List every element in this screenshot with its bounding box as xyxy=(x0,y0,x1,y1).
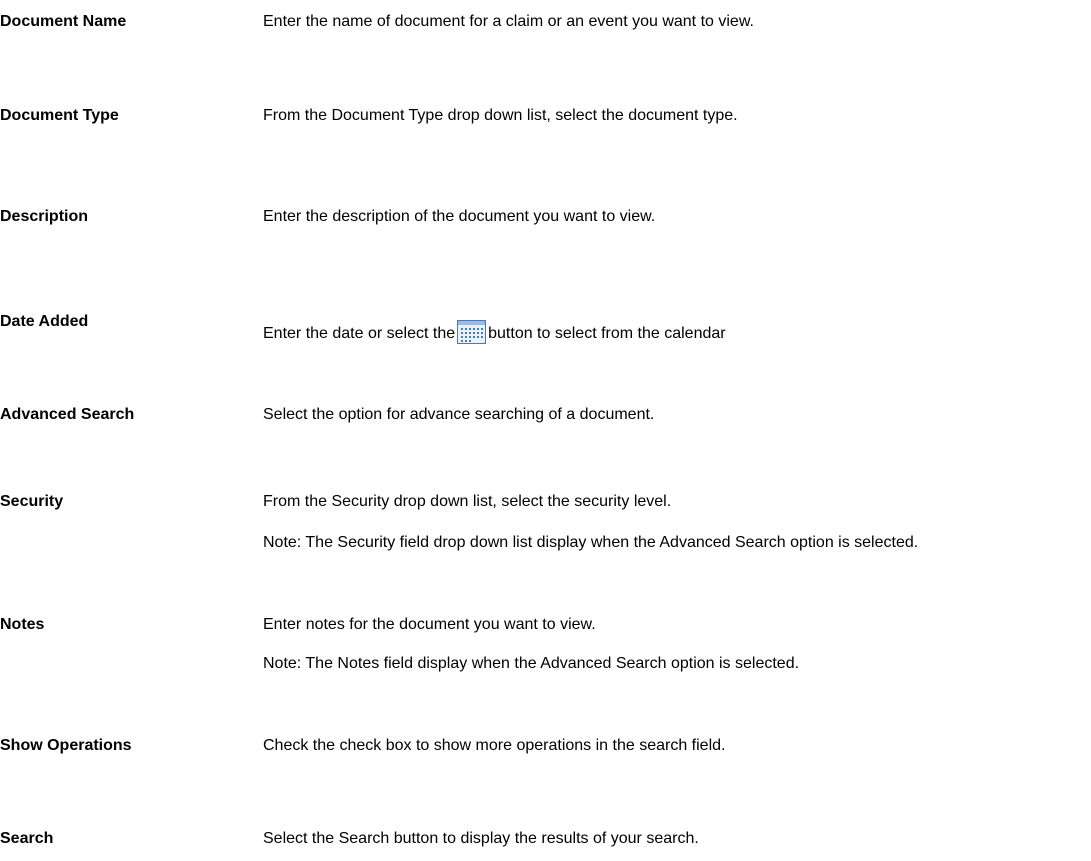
field-name: Document Type xyxy=(0,107,119,124)
field-description: Check the check box to show more operati… xyxy=(263,737,726,754)
field-name: Search xyxy=(0,830,54,847)
field-description: Enter notes for the document you want to… xyxy=(263,616,596,633)
field-name: Date Added xyxy=(0,313,89,330)
description-text-after: button to select from the calendar xyxy=(488,325,726,342)
field-row-search: Search Select the Search button to displ… xyxy=(0,829,1091,849)
field-description: From the Document Type drop down list, s… xyxy=(263,107,738,124)
description-text-before: Enter the date or select the xyxy=(263,325,456,342)
field-description: Enter the date or select the button to s… xyxy=(263,312,726,344)
field-row-description: Description Enter the description of the… xyxy=(0,207,1091,227)
field-row-date-added: Date Added Enter the date or select the … xyxy=(0,312,1091,352)
field-description: From the Security drop down list, select… xyxy=(263,493,672,510)
field-description: Select the Search button to display the … xyxy=(263,830,699,847)
field-row-show-operations: Show Operations Check the check box to s… xyxy=(0,736,1091,756)
field-name: Document Name xyxy=(0,13,127,30)
field-name: Security xyxy=(0,493,64,510)
field-name: Advanced Search xyxy=(0,406,135,423)
field-description: Select the option for advance searching … xyxy=(263,406,655,423)
field-row-notes: Notes Enter notes for the document you w… xyxy=(0,615,1091,675)
field-name: Notes xyxy=(0,616,45,633)
field-description: Enter the description of the document yo… xyxy=(263,208,656,225)
field-row-document-type: Document Type From the Document Type dro… xyxy=(0,106,1091,126)
field-row-document-name: Document Name Enter the name of document… xyxy=(0,12,1091,32)
field-name: Description xyxy=(0,208,89,225)
field-name: Show Operations xyxy=(0,737,132,754)
field-row-security: Security From the Security drop down lis… xyxy=(0,492,1091,582)
field-row-advanced-search: Advanced Search Select the option for ad… xyxy=(0,405,1091,425)
field-note: Note: The Security field drop down list … xyxy=(263,534,919,551)
calendar-icon xyxy=(457,320,487,344)
field-note: Note: The Notes field display when the A… xyxy=(263,655,800,672)
field-description: Enter the name of document for a claim o… xyxy=(263,13,754,30)
